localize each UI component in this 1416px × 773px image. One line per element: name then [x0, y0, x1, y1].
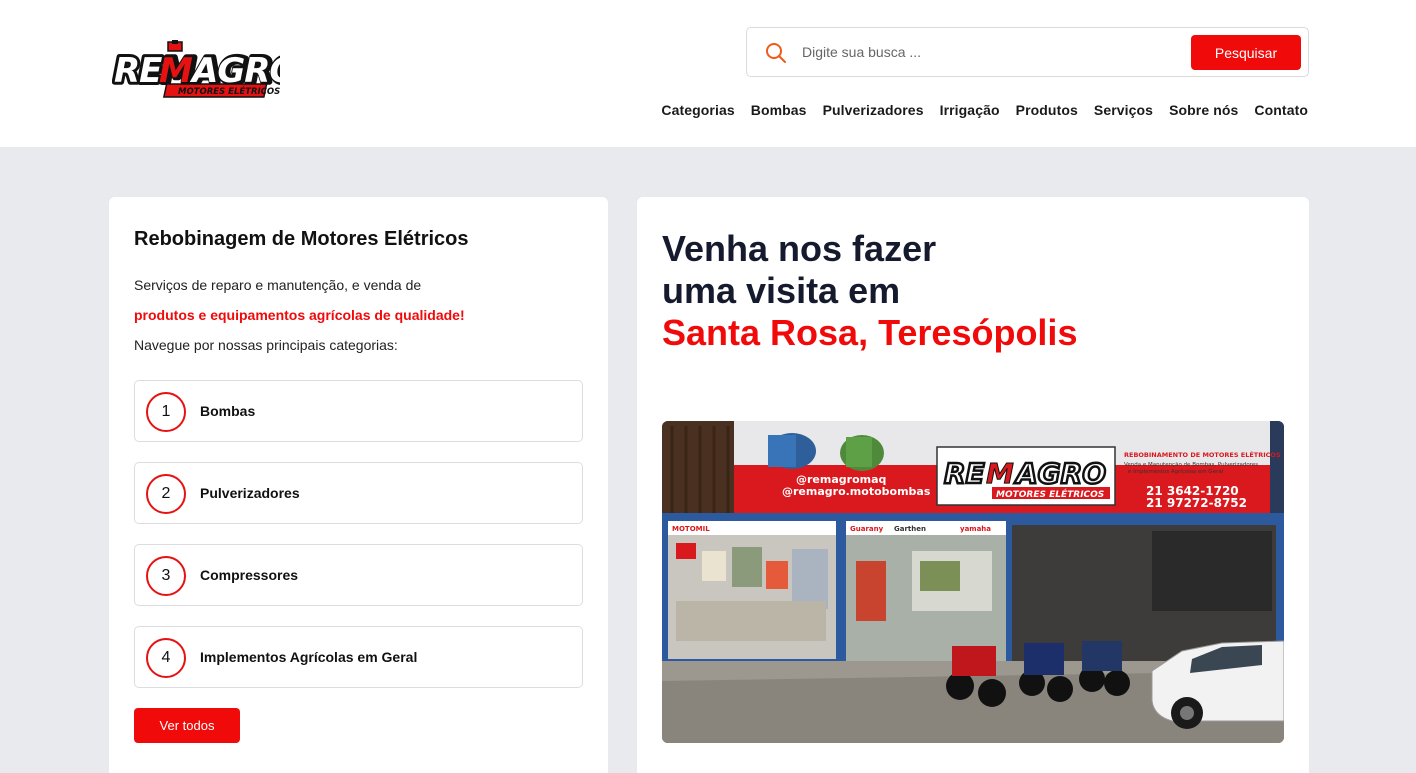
svg-text:MOTORES ELÉTRICOS: MOTORES ELÉTRICOS — [996, 488, 1104, 500]
storefront-sign-subtext-1: Venda e Manutenção de Bombas, Pulverizad… — [1124, 462, 1258, 468]
see-all-button[interactable]: Ver todos — [134, 708, 240, 743]
main-nav: Categorias Bombas Pulverizadores Irrigaç… — [661, 102, 1308, 118]
category-label: Pulverizadores — [200, 485, 300, 501]
svg-text:AGRO: AGRO — [1014, 457, 1106, 490]
storefront-brand-1: MOTOMIL — [672, 525, 710, 533]
storefront-phone-2: 21 97272-8752 — [1146, 496, 1247, 510]
storefront-brand-3: Garthen — [894, 525, 926, 533]
svg-text:MOTORES ELÉTRICOS: MOTORES ELÉTRICOS — [178, 85, 280, 97]
storefront-sign-subtext-2: e Implementos Agrícolas em Geral — [1128, 468, 1224, 475]
search-input[interactable] — [802, 38, 1182, 66]
nav-irrigacao[interactable]: Irrigação — [940, 102, 1000, 118]
category-item-bombas[interactable]: 1 Bombas — [134, 380, 583, 442]
category-number: 3 — [146, 556, 186, 596]
services-title: Rebobinagem de Motores Elétricos — [134, 228, 469, 250]
visit-card: Venha nos fazer uma visita em Santa Rosa… — [637, 197, 1309, 773]
category-number: 4 — [146, 638, 186, 678]
search-icon — [766, 43, 786, 63]
search-bar: Pesquisar — [746, 27, 1309, 77]
category-label: Implementos Agrícolas em Geral — [200, 649, 418, 665]
category-item-compressores[interactable]: 3 Compressores — [134, 544, 583, 606]
storefront-instagram: @remagro.motobombas — [782, 485, 931, 498]
storefront-brand-4: yamaha — [960, 525, 991, 533]
visit-line-2: uma visita em — [662, 270, 901, 311]
category-item-implementos[interactable]: 4 Implementos Agrícolas em Geral — [134, 626, 583, 688]
category-item-pulverizadores[interactable]: 2 Pulverizadores — [134, 462, 583, 524]
services-highlight: produtos e equipamentos agrícolas de qua… — [134, 307, 465, 323]
svg-text:RE: RE — [114, 51, 162, 91]
nav-bombas[interactable]: Bombas — [751, 102, 807, 118]
site-header: REMAGRO RE M AGRO MOTORES ELÉTRICOS Pesq… — [0, 0, 1416, 147]
storefront-image-icon: RE M AGRO MOTORES ELÉTRICOS @remagromaq … — [662, 421, 1284, 743]
visit-heading: Venha nos fazer uma visita em Santa Rosa… — [662, 228, 1077, 354]
storefront-brand-2: Guarany — [850, 525, 884, 533]
category-label: Compressores — [200, 567, 299, 583]
category-number: 2 — [146, 474, 186, 514]
remagro-logo-icon: REMAGRO RE M AGRO MOTORES ELÉTRICOS — [111, 40, 304, 98]
nav-pulverizadores[interactable]: Pulverizadores — [823, 102, 924, 118]
svg-text:RE: RE — [944, 457, 985, 490]
nav-sobre-nos[interactable]: Sobre nós — [1169, 102, 1238, 118]
category-number: 1 — [146, 392, 186, 432]
services-intro: Serviços de reparo e manutenção, e venda… — [134, 277, 422, 293]
services-card: Rebobinagem de Motores Elétricos Serviço… — [109, 197, 608, 773]
storefront-photo: RE M AGRO MOTORES ELÉTRICOS @remagromaq … — [662, 421, 1284, 743]
visit-line-1: Venha nos fazer — [662, 228, 937, 269]
search-button[interactable]: Pesquisar — [1191, 35, 1301, 70]
services-browse-text: Navegue por nossas principais categorias… — [134, 337, 398, 353]
visit-location: Santa Rosa, Teresópolis — [662, 312, 1078, 353]
site-logo[interactable]: REMAGRO RE M AGRO MOTORES ELÉTRICOS — [111, 40, 304, 102]
storefront-sign-text: REBOBINAMENTO DE MOTORES ELÉTRICOS — [1124, 450, 1281, 459]
nav-produtos[interactable]: Produtos — [1016, 102, 1078, 118]
category-label: Bombas — [200, 403, 256, 419]
nav-categorias[interactable]: Categorias — [661, 102, 734, 118]
nav-servicos[interactable]: Serviços — [1094, 102, 1153, 118]
nav-contato[interactable]: Contato — [1254, 102, 1308, 118]
svg-text:M: M — [986, 457, 1014, 490]
